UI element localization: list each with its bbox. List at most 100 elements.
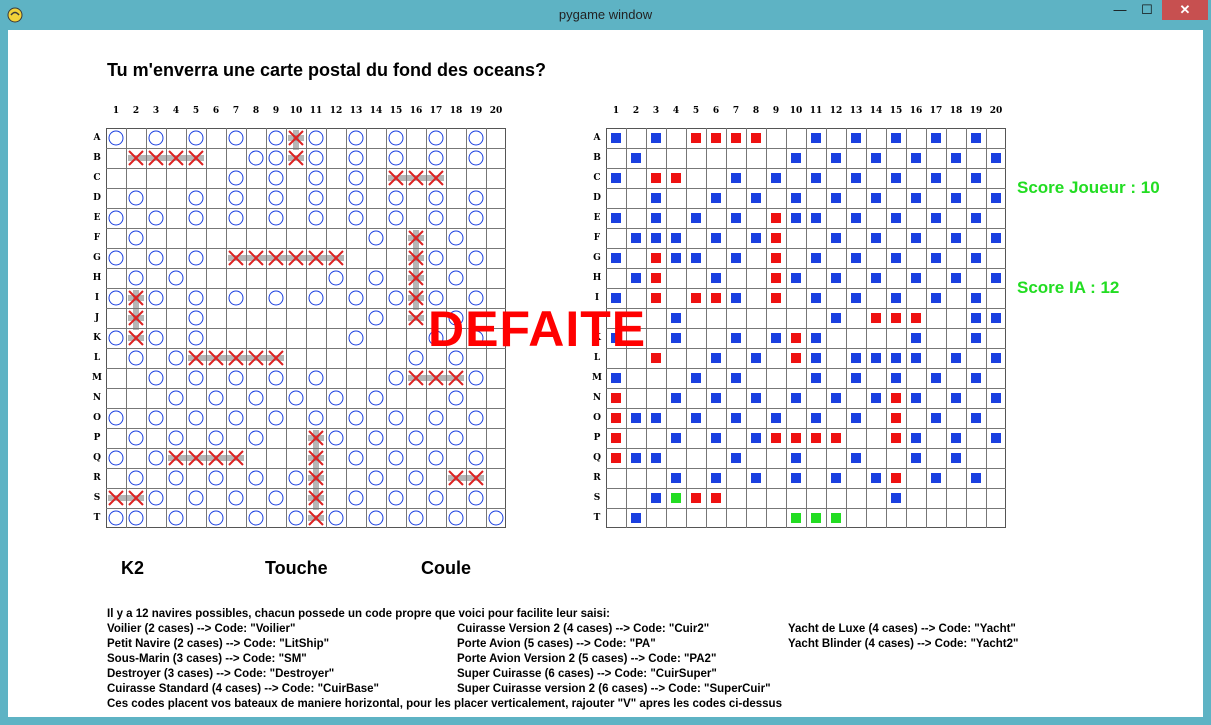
- hit-marker: [831, 433, 841, 443]
- miss-marker: [731, 213, 741, 223]
- column-label: 8: [252, 106, 260, 116]
- column-label: 15: [889, 106, 903, 116]
- miss-marker: [951, 233, 961, 243]
- hit-marker: [891, 413, 901, 423]
- miss-marker: [751, 433, 761, 443]
- row-label: G: [93, 253, 101, 263]
- ship-code-line: Sous-Marin (3 cases) --> Code: "SM": [107, 653, 307, 665]
- row-label: Q: [93, 453, 101, 463]
- ai-board[interactable]: 1 2 3 4 5 6 7 8 9 10 11 12 13 14 15 16 17 18 19 20 ABCDEFGH…: [588, 106, 1008, 530]
- miss-marker: [911, 353, 921, 363]
- column-label: 2: [632, 106, 640, 116]
- miss-marker: [911, 193, 921, 203]
- player-score: Score Joueur : 10: [1017, 178, 1160, 197]
- hit-marker: [771, 293, 781, 303]
- miss-marker: [751, 193, 761, 203]
- column-label: 5: [192, 106, 200, 116]
- miss-marker: [911, 273, 921, 283]
- column-label: 15: [389, 106, 403, 116]
- miss-marker: [871, 393, 881, 403]
- miss-marker: [911, 393, 921, 403]
- sunk-marker: [811, 513, 821, 523]
- miss-marker: [951, 153, 961, 163]
- ship-code-line: Petit Navire (2 cases) --> Code: "LitShi…: [107, 638, 330, 650]
- row-label: H: [592, 273, 602, 283]
- miss-marker: [891, 213, 901, 223]
- row-label: C: [593, 173, 601, 183]
- miss-marker: [791, 193, 801, 203]
- miss-marker: [611, 373, 621, 383]
- miss-marker: [791, 473, 801, 483]
- miss-marker: [971, 333, 981, 343]
- miss-marker: [991, 153, 1001, 163]
- miss-marker: [651, 133, 661, 143]
- question-text: Tu m'enverra une carte postal du fond de…: [107, 60, 547, 80]
- column-label: 19: [469, 106, 483, 116]
- hit-marker: [711, 493, 721, 503]
- miss-marker: [951, 353, 961, 363]
- ship-code-line: Super Cuirasse version 2 (6 cases) --> C…: [457, 683, 771, 695]
- miss-marker: [631, 153, 641, 163]
- miss-marker: [831, 153, 841, 163]
- miss-marker: [791, 153, 801, 163]
- miss-marker: [711, 273, 721, 283]
- miss-marker: [611, 253, 621, 263]
- column-label: 7: [732, 106, 740, 116]
- column-label: 3: [152, 106, 160, 116]
- miss-marker: [991, 233, 1001, 243]
- input-coordinate: K2: [121, 558, 145, 578]
- hit-marker: [691, 493, 701, 503]
- column-label: 11: [809, 106, 823, 116]
- miss-marker: [811, 293, 821, 303]
- title-bar[interactable]: pygame window — ☐ ✕: [0, 0, 1211, 30]
- row-label: N: [92, 393, 102, 403]
- miss-marker: [751, 473, 761, 483]
- hit-marker: [891, 313, 901, 323]
- column-label: 17: [929, 106, 943, 116]
- miss-marker: [971, 293, 981, 303]
- miss-marker: [711, 193, 721, 203]
- miss-marker: [911, 453, 921, 463]
- maximize-button[interactable]: ☐: [1134, 0, 1160, 20]
- game-canvas[interactable]: Tu m'enverra une carte postal du fond de…: [8, 30, 1203, 717]
- hit-marker: [811, 433, 821, 443]
- miss-marker: [711, 353, 721, 363]
- ai-grid[interactable]: [606, 128, 1006, 528]
- row-label: F: [93, 233, 101, 243]
- miss-marker: [811, 173, 821, 183]
- miss-marker: [711, 473, 721, 483]
- row-label: T: [93, 513, 101, 523]
- hit-marker: [731, 133, 741, 143]
- miss-marker: [891, 373, 901, 383]
- touche-status: Touche: [265, 558, 328, 578]
- column-label: 12: [329, 106, 343, 116]
- miss-marker: [931, 373, 941, 383]
- miss-marker: [631, 513, 641, 523]
- miss-marker: [671, 233, 681, 243]
- hit-marker: [791, 333, 801, 343]
- sunk-marker: [831, 513, 841, 523]
- miss-marker: [851, 213, 861, 223]
- hit-marker: [891, 393, 901, 403]
- ship-code-line: Destroyer (3 cases) --> Code: "Destroyer…: [107, 668, 335, 680]
- miss-marker: [931, 213, 941, 223]
- miss-marker: [671, 473, 681, 483]
- miss-marker: [991, 433, 1001, 443]
- miss-marker: [971, 173, 981, 183]
- miss-marker: [731, 453, 741, 463]
- column-label: 6: [712, 106, 720, 116]
- miss-marker: [811, 133, 821, 143]
- miss-marker: [971, 253, 981, 263]
- close-button[interactable]: ✕: [1162, 0, 1208, 20]
- hit-marker: [651, 273, 661, 283]
- hit-marker: [771, 273, 781, 283]
- miss-marker: [931, 133, 941, 143]
- miss-marker: [771, 173, 781, 183]
- miss-marker: [791, 453, 801, 463]
- minimize-button[interactable]: —: [1107, 0, 1133, 20]
- miss-marker: [971, 473, 981, 483]
- miss-marker: [931, 253, 941, 263]
- row-label: E: [93, 213, 101, 223]
- row-label: M: [92, 373, 102, 383]
- miss-marker: [831, 313, 841, 323]
